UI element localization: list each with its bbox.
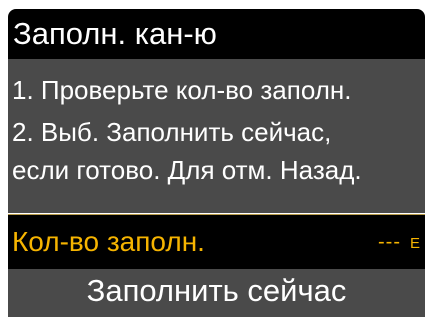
- instruction-line-3: если готово. Для отм. Назад.: [12, 155, 362, 185]
- screen-title: Заполн. кан-ю: [13, 16, 217, 51]
- fill-amount-unit: Е: [409, 235, 420, 252]
- fill-amount-label: Кол-во заполн.: [12, 226, 205, 257]
- fill-amount-row[interactable]: Кол-во заполн. --- Е: [8, 214, 425, 269]
- fill-now-button[interactable]: Заполнить сейчас: [8, 269, 425, 317]
- pump-screen: Заполн. кан-ю 1. Проверьте кол-во заполн…: [0, 0, 431, 317]
- instruction-line-2: 2. Выб. Заполнить сейчас,: [12, 117, 332, 147]
- fill-amount-value: ---: [378, 231, 401, 253]
- instructions-panel: 1. Проверьте кол-во заполн. 2. Выб. Запо…: [8, 59, 425, 213]
- header-bar: Заполн. кан-ю: [8, 9, 425, 59]
- instruction-line-1: 1. Проверьте кол-во заполн.: [12, 75, 352, 105]
- fill-now-label: Заполнить сейчас: [86, 273, 347, 308]
